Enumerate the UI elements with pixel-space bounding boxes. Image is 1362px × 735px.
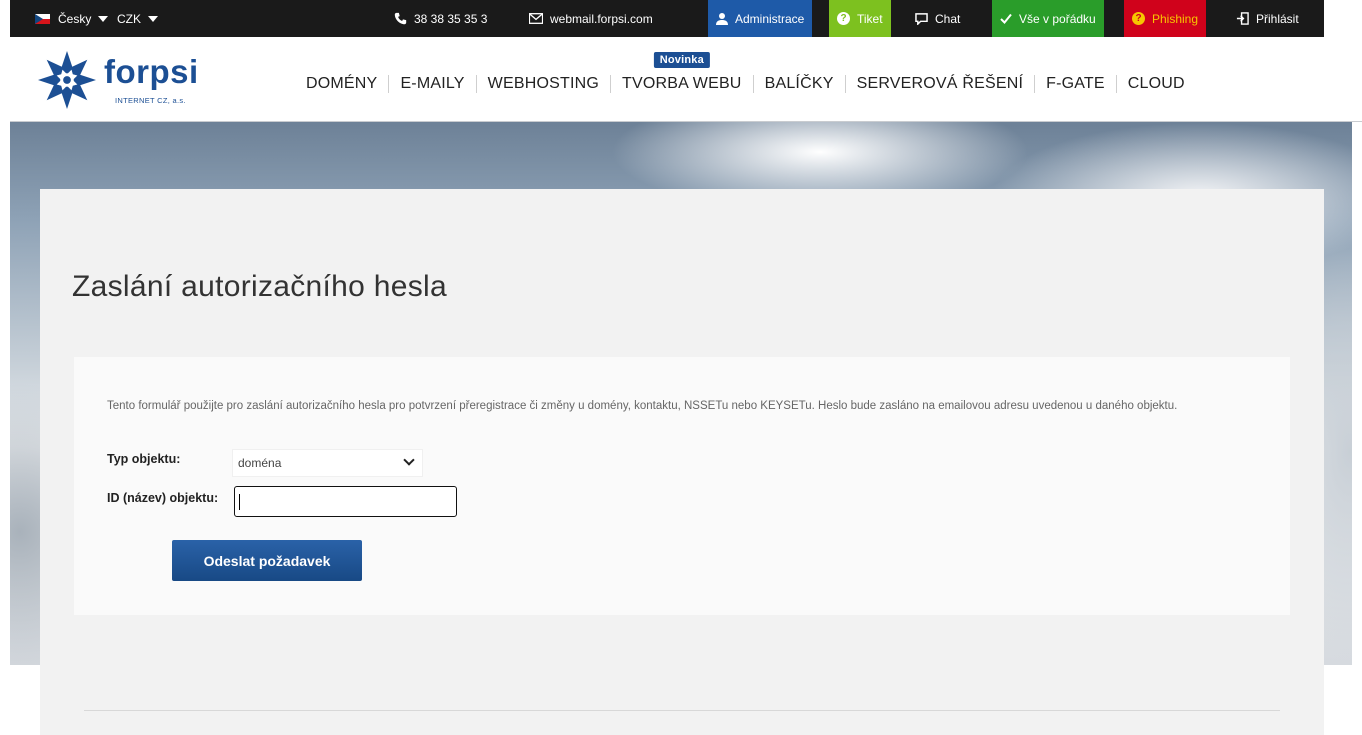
object-type-label: Typ objektu: [107,452,181,466]
chat-icon [915,12,928,25]
form-description: Tento formulář použijte pro zaslání auto… [107,400,1178,412]
chat-link[interactable]: Chat [915,0,960,37]
page: Česky CZK 38 38 35 35 3 webmail.forpsi.c… [0,0,1362,735]
object-type-value: doména [238,456,282,470]
login-label: Přihlásit [1256,11,1299,26]
help-icon: ? [837,12,850,25]
forpsi-logo[interactable]: forpsi INTERNET CZ, a.s. [38,49,238,109]
status-link[interactable]: Vše v pořádku [992,0,1104,37]
help-icon: ? [1132,12,1145,25]
tiket-link[interactable]: ? Tiket [829,0,891,37]
star-logo-icon [38,51,96,109]
login-icon [1236,12,1249,25]
nav-item-cloud[interactable]: CLOUD [1117,75,1196,93]
phone-number: 38 38 35 35 3 [414,11,488,26]
status-label: Vše v pořádku [1019,11,1096,26]
novinka-badge: Novinka [653,52,710,68]
login-link[interactable]: Přihlásit [1236,0,1299,37]
chat-label: Chat [935,11,961,26]
object-id-input[interactable] [234,486,457,517]
nav-item-webhosting[interactable]: WEBHOSTING [477,75,610,93]
phishing-label: Phishing [1152,11,1199,26]
webmail-link[interactable]: webmail.forpsi.com [529,0,653,37]
site-header: forpsi INTERNET CZ, a.s. DOMÉNY E-MAILY … [10,37,1362,122]
nav-item-label: TVORBA WEBU [622,75,742,92]
object-id-label: ID (název) objektu: [107,491,219,505]
caret-down-icon [98,15,109,22]
nav-item-emaily[interactable]: E-MAILY [389,75,475,93]
nav-item-f-gate[interactable]: F-GATE [1035,75,1116,93]
check-icon [1000,13,1012,24]
top-bar: Česky CZK 38 38 35 35 3 webmail.forpsi.c… [10,0,1324,37]
currency-switcher[interactable]: CZK [117,0,158,37]
language-label: Česky [58,11,92,26]
tiket-label: Tiket [857,11,883,26]
main-nav: DOMÉNY E-MAILY WEBHOSTING Novinka TVORBA… [295,52,1196,93]
logo-brand: forpsi [104,53,199,90]
phishing-link[interactable]: ? Phishing [1124,0,1207,37]
submit-button[interactable]: Odeslat požadavek [172,540,362,581]
nav-item-serverova-reseni[interactable]: SERVEROVÁ ŘEŠENÍ [846,75,1035,93]
user-icon [716,12,728,25]
footer-divider [84,710,1280,711]
phone-icon [394,12,407,25]
webmail-label: webmail.forpsi.com [550,11,653,26]
mail-icon [529,13,543,24]
logo-company: INTERNET CZ, a.s. [115,96,186,105]
chevron-down-icon [403,454,415,466]
nav-item-balicky[interactable]: BALÍČKY [754,75,845,93]
administrace-label: Administrace [735,11,805,26]
text-cursor [239,494,240,510]
language-switcher[interactable]: Česky [35,0,109,37]
nav-item-tvorba-webu[interactable]: Novinka TVORBA WEBU [611,52,753,93]
phone-link[interactable]: 38 38 35 35 3 [394,0,487,37]
caret-down-icon [148,15,158,22]
currency-label: CZK [117,11,141,26]
nav-item-domeny[interactable]: DOMÉNY [295,75,388,93]
flag-cz-icon [35,13,50,24]
page-title: Zaslání autorizačního hesla [72,270,447,303]
object-type-select[interactable]: doména [232,449,423,477]
administrace-link[interactable]: Administrace [708,0,813,37]
